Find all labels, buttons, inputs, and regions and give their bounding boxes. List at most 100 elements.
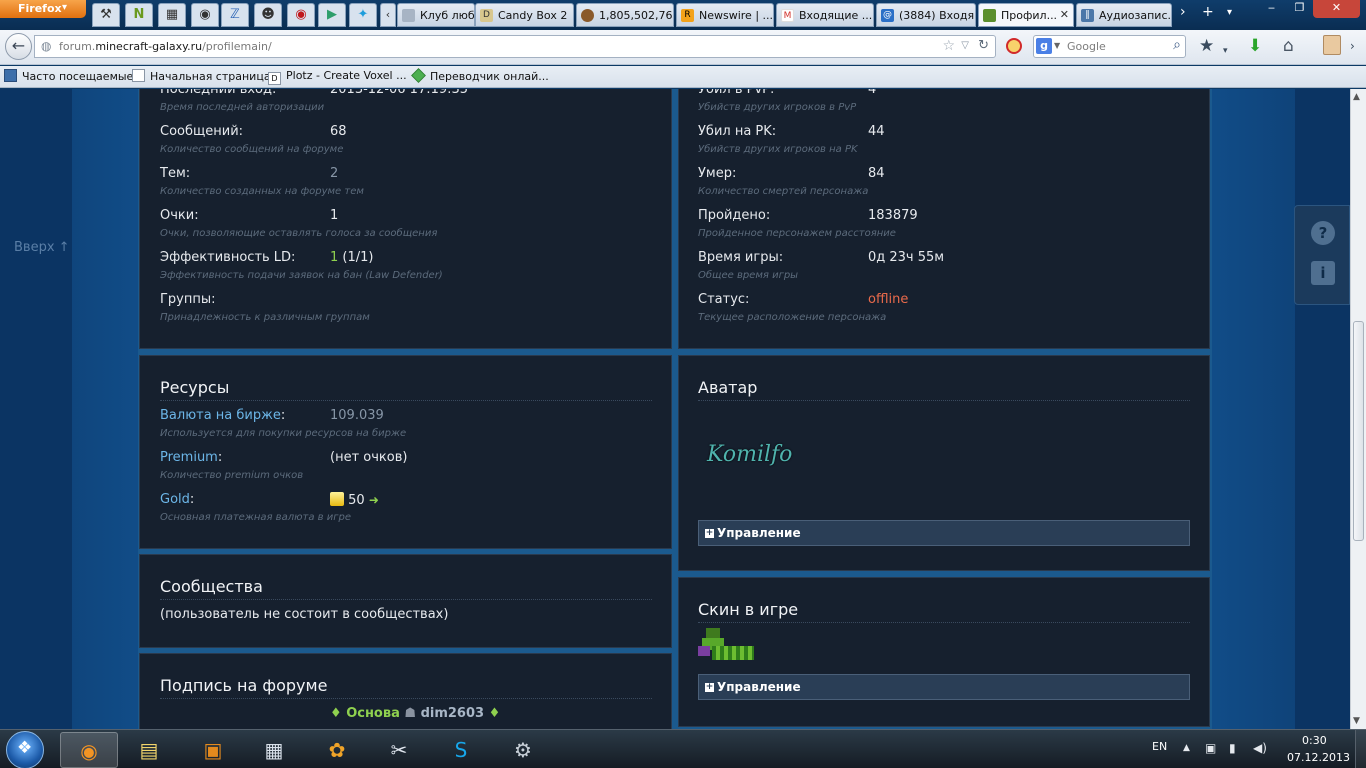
search-engine-dropdown-icon[interactable]: ▼ xyxy=(1054,41,1060,50)
signature-group[interactable]: Основа xyxy=(346,706,400,721)
skin-manage-button[interactable]: + Управление xyxy=(698,674,1190,700)
gold-link[interactable]: Gold xyxy=(160,492,190,507)
tab-list-icon[interactable]: ▾ xyxy=(1227,7,1232,18)
topics-value[interactable]: 2 xyxy=(330,166,338,181)
bookmark-translator[interactable]: Переводчик онлай... xyxy=(411,68,549,83)
taskbar-pumpkin-icon[interactable]: ▣ xyxy=(184,732,242,768)
bookmarks-menu-icon[interactable]: ★ xyxy=(1199,36,1214,56)
clock-date[interactable]: 07.12.2013 xyxy=(1287,751,1350,764)
skin-title: Скин в игре xyxy=(698,600,799,619)
tab-cookie[interactable]: 1,805,502,76... xyxy=(576,3,674,27)
pinned-tab-app-icon[interactable]: ⚒ xyxy=(92,3,120,27)
premium-link[interactable]: Premium xyxy=(160,450,218,465)
tab-club[interactable]: Клуб любит... xyxy=(397,3,475,27)
search-input[interactable]: Google xyxy=(1067,40,1106,53)
vertical-scrollbar[interactable]: ▲ ▼ xyxy=(1350,89,1366,729)
arrow-right-icon[interactable]: ➜ xyxy=(369,493,379,507)
tab-scroll-left-button[interactable]: ‹ xyxy=(380,3,396,27)
pinned-tab-play-icon[interactable]: ▶ xyxy=(318,3,346,27)
minimize-icon[interactable]: ‒ xyxy=(1258,0,1285,18)
tray-monitor-icon[interactable]: ▣ xyxy=(1205,741,1216,755)
windows-taskbar: ◉ ▤ ▣ ▦ ✿ ✂ S ⚙ EN ▲ ▣ ▮ ◀) 0:30 07.12.2… xyxy=(0,729,1366,768)
user-avatar-icon[interactable] xyxy=(1323,35,1341,55)
pinned-tab-record-icon[interactable]: ◉ xyxy=(287,3,315,27)
bookmark-most-visited[interactable]: Часто посещаемые xyxy=(4,69,133,83)
deaths-value: 84 xyxy=(868,166,885,181)
volume-icon[interactable]: ◀) xyxy=(1253,741,1267,755)
taskbar-steam-icon[interactable]: ⚙ xyxy=(494,732,552,768)
points-value: 1 xyxy=(330,208,339,223)
bookmark-plotz[interactable]: D Plotz - Create Voxel ... xyxy=(268,69,407,85)
tab-newswire[interactable]: R Newswire | ... xyxy=(676,3,774,27)
scrollbar-thumb[interactable] xyxy=(1353,321,1364,541)
url-bar[interactable]: ◍ forum.minecraft-galaxy.ru/profilemain/… xyxy=(34,35,996,58)
tray-expand-icon[interactable]: ▲ xyxy=(1183,743,1190,753)
pinned-tab-alien-icon[interactable]: ◉ xyxy=(191,3,219,27)
tab-candy-box[interactable]: D Candy Box 2 xyxy=(475,3,574,27)
last-login-label: Последний вход: xyxy=(160,89,277,97)
bookmark-start-page[interactable]: Начальная страница xyxy=(132,69,271,83)
pinned-tab-grid-icon[interactable]: ▦ xyxy=(158,3,186,27)
clock-time[interactable]: 0:30 xyxy=(1302,734,1327,747)
avatar-manage-button[interactable]: + Управление xyxy=(698,520,1190,546)
taskbar-paint-icon[interactable]: ✂ xyxy=(370,732,428,768)
site-identity-icon[interactable]: ◍ xyxy=(41,39,51,53)
network-signal-icon[interactable]: ▮ xyxy=(1229,741,1236,755)
signature-user[interactable]: dim2603 xyxy=(421,706,485,721)
translator-icon xyxy=(411,68,426,83)
messages-value: 68 xyxy=(330,124,347,139)
pinned-tab-n-icon[interactable]: N xyxy=(125,3,153,27)
reload-icon[interactable]: ↻ xyxy=(978,38,989,53)
info-icon[interactable]: i xyxy=(1311,261,1335,285)
scroll-up-arrow-icon[interactable]: ▲ xyxy=(1353,92,1360,102)
history-dropdown-icon[interactable]: ▽ xyxy=(961,40,969,51)
firefox-menu-button[interactable]: Firefox xyxy=(0,0,86,18)
start-button[interactable] xyxy=(6,731,44,768)
taskbar-explorer-icon[interactable]: ▤ xyxy=(120,732,178,768)
google-icon[interactable]: g xyxy=(1036,38,1052,54)
url-text[interactable]: forum.minecraft-galaxy.ru/profilemain/ xyxy=(59,40,272,53)
playtime-label: Время игры: xyxy=(698,250,784,265)
back-button[interactable]: ← xyxy=(5,33,32,60)
more-tools-icon[interactable]: › xyxy=(1350,36,1355,56)
help-question-icon[interactable]: ? xyxy=(1311,221,1335,245)
groups-label: Группы: xyxy=(160,292,216,307)
pinned-tab-mask-icon[interactable]: ☻ xyxy=(254,3,282,27)
scroll-down-arrow-icon[interactable]: ▼ xyxy=(1353,716,1360,726)
game-stats-panel: Убил в PvP: 4 Убийств других игроков в P… xyxy=(678,89,1210,349)
tab-profile[interactable]: Профил... ✕ xyxy=(978,3,1074,27)
language-indicator[interactable]: EN xyxy=(1152,740,1167,753)
taskbar-fl-studio-icon[interactable]: ✿ xyxy=(308,732,366,768)
exchange-currency-link[interactable]: Валюта на бирже xyxy=(160,408,281,423)
tab-scroll-right-icon[interactable]: › xyxy=(1180,4,1186,20)
close-window-icon[interactable]: ✕ xyxy=(1313,0,1360,18)
distance-label: Пройдено: xyxy=(698,208,771,223)
noscript-icon[interactable] xyxy=(1006,38,1022,54)
search-bar[interactable]: g ▼ Google ⌕ xyxy=(1033,35,1186,58)
close-tab-icon[interactable]: ✕ xyxy=(1060,8,1069,21)
taskbar-calculator-icon[interactable]: ▦ xyxy=(245,732,303,768)
home-icon[interactable]: ⌂ xyxy=(1283,36,1294,56)
avatar-panel: Аватар Komilfo + Управление xyxy=(678,355,1210,571)
taskbar-skype-icon[interactable]: S xyxy=(432,732,490,768)
left-gutter xyxy=(0,89,72,729)
pvp-kills-value: 4 xyxy=(868,89,877,97)
new-tab-icon[interactable]: + xyxy=(1202,4,1214,20)
pinned-tab-twitter-icon[interactable]: ✦ xyxy=(349,3,377,27)
tab-audio[interactable]: ‖ Аудиозапис... xyxy=(1076,3,1172,27)
exchange-currency-row: Валюта на бирже: xyxy=(160,408,286,423)
minecraft-grass-icon xyxy=(983,9,996,22)
bookmarks-dropdown-icon[interactable]: ▾ xyxy=(1223,41,1228,61)
downloads-icon[interactable]: ⬇ xyxy=(1248,36,1262,56)
scroll-up-link[interactable]: Вверх ↑ xyxy=(14,240,70,255)
search-icon[interactable]: ⌕ xyxy=(1173,37,1181,53)
bookmark-star-icon[interactable]: ☆ xyxy=(942,38,955,54)
tab-mail[interactable]: @ (3884) Входя... xyxy=(876,3,976,27)
pvp-kills-label: Убил в PvP: xyxy=(698,89,775,97)
pinned-tab-z-icon[interactable]: ℤ xyxy=(221,3,249,27)
show-desktop-button[interactable] xyxy=(1355,730,1366,768)
tab-gmail[interactable]: M Входящие ... xyxy=(776,3,874,27)
restore-icon[interactable]: ❐ xyxy=(1286,0,1313,18)
taskbar-firefox-icon[interactable]: ◉ xyxy=(60,732,118,768)
cookie-icon xyxy=(581,9,594,22)
